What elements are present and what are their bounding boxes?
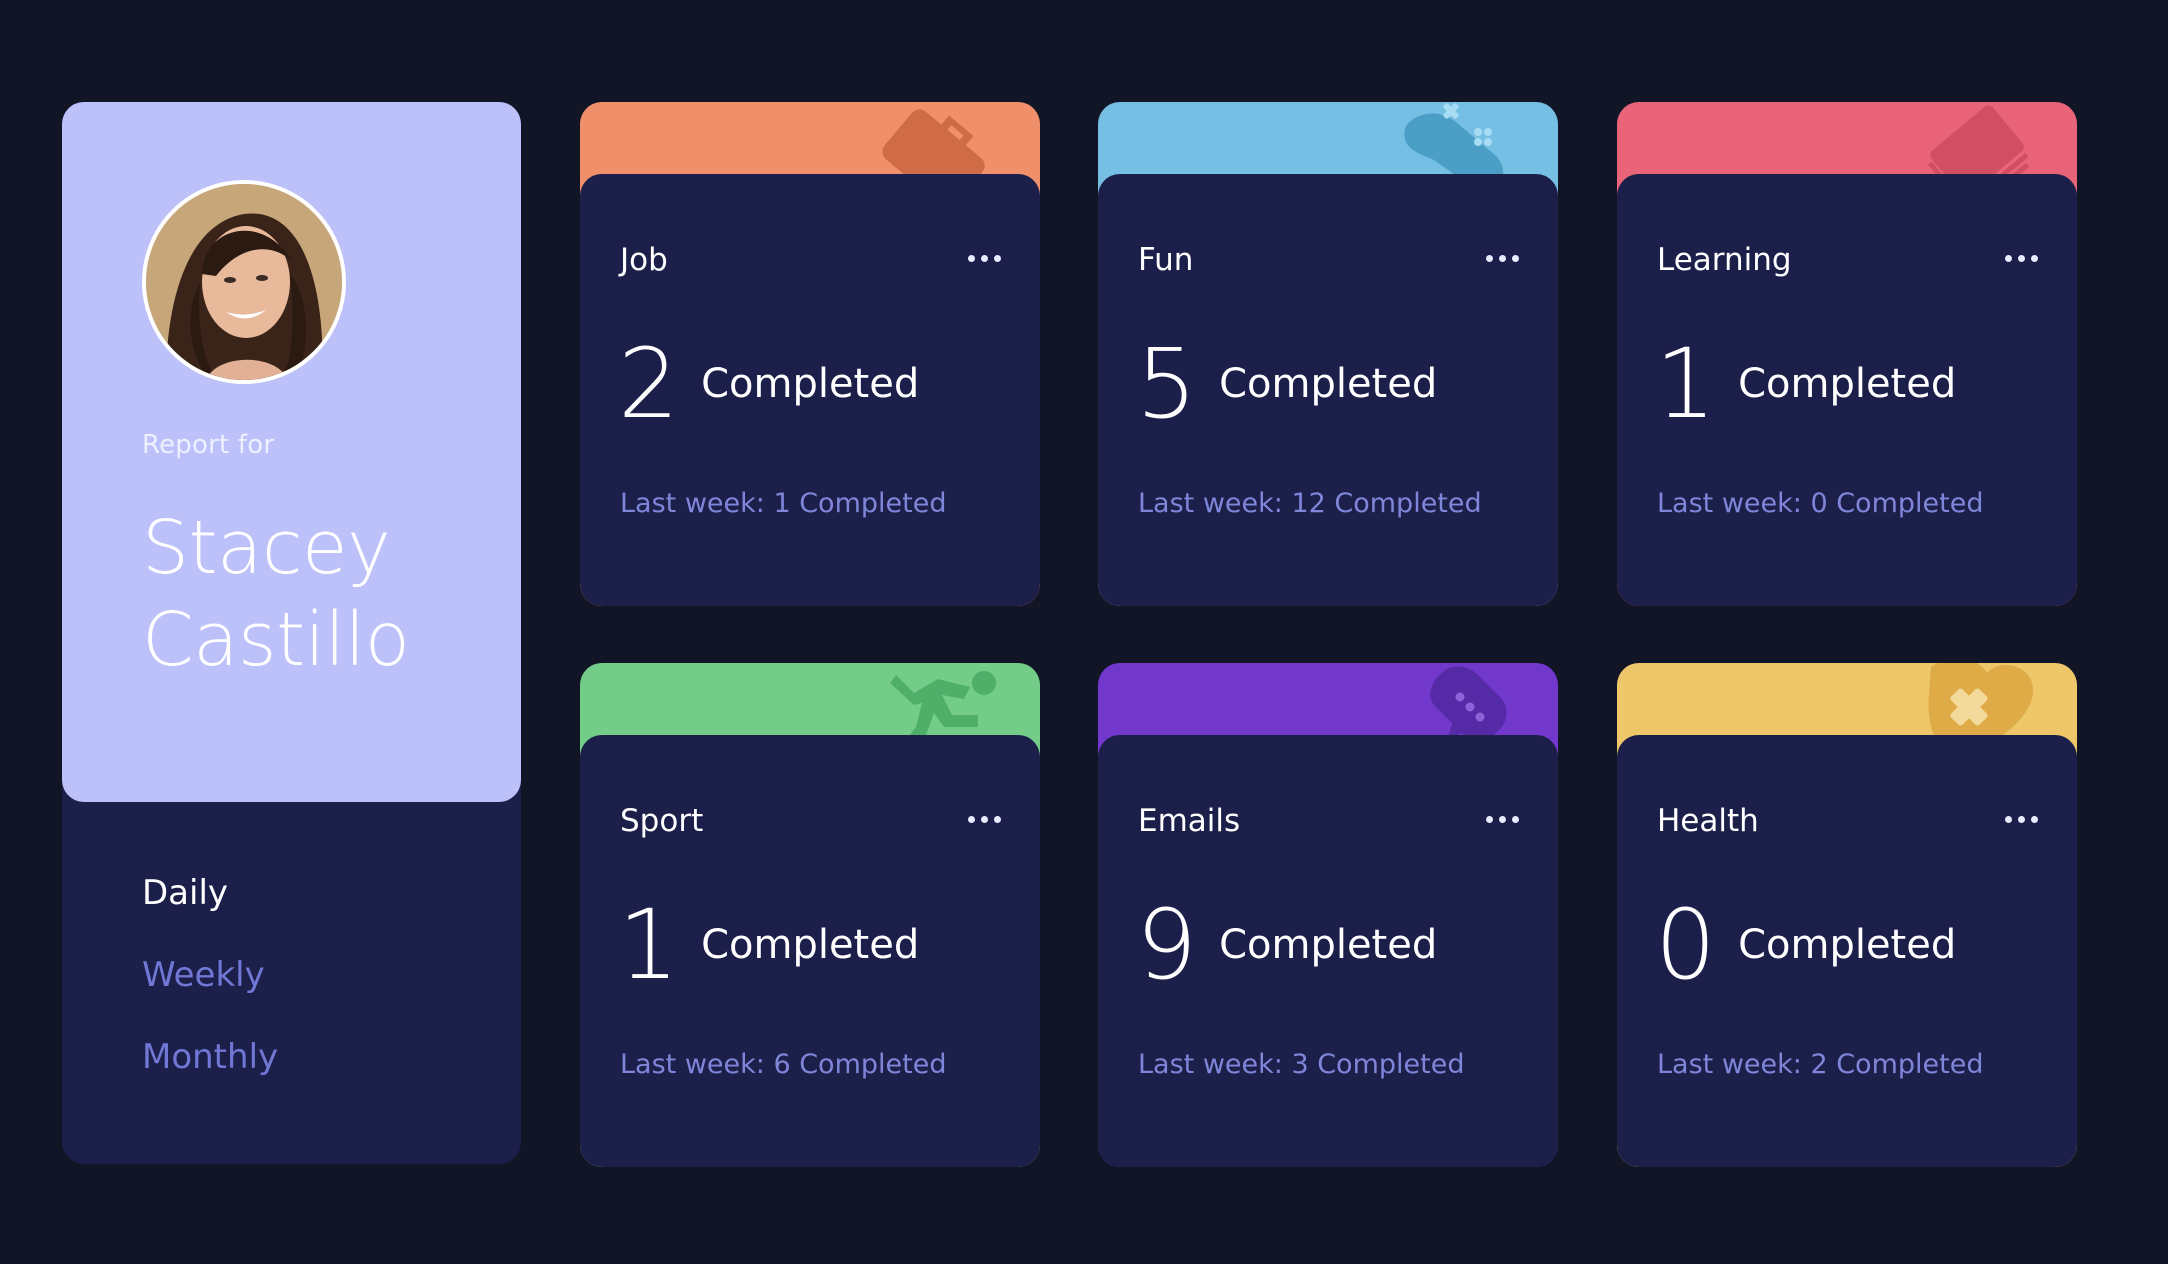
current-count: 1 Completed: [618, 895, 919, 995]
more-options-icon[interactable]: [2005, 813, 2039, 825]
last-week-text: Last week: 12 Completed: [1138, 488, 1482, 519]
activity-card-body: Learning 1 Completed Last week: 0 Comple…: [1617, 174, 2077, 606]
activity-title: Fun: [1138, 242, 1194, 278]
count-number: 2: [618, 328, 680, 440]
activity-card-body: Fun 5 Completed Last week: 12 Completed: [1098, 174, 1558, 606]
count-label: Completed: [1219, 922, 1438, 968]
activity-title: Emails: [1138, 803, 1241, 839]
current-count: 5 Completed: [1136, 334, 1437, 434]
activity-card-body: Emails 9 Completed Last week: 3 Complete…: [1098, 735, 1558, 1167]
period-monthly[interactable]: Monthly: [142, 1036, 278, 1118]
activity-title: Job: [620, 242, 668, 278]
count-label: Completed: [1738, 361, 1957, 407]
activity-title: Health: [1657, 803, 1759, 839]
count-label: Completed: [701, 922, 920, 968]
user-last-name: Castillo: [142, 597, 410, 683]
current-count: 2 Completed: [618, 334, 919, 434]
report-for-label: Report for: [142, 430, 275, 460]
activity-card-health: Health 0 Completed Last week: 2 Complete…: [1617, 663, 2077, 1167]
more-options-icon[interactable]: [968, 252, 1002, 264]
period-daily[interactable]: Daily: [142, 872, 278, 954]
period-weekly[interactable]: Weekly: [142, 954, 278, 1036]
avatar-image: [146, 184, 342, 380]
activity-card-body: Job 2 Completed Last week: 1 Completed: [580, 174, 1040, 606]
more-options-icon[interactable]: [2005, 252, 2039, 264]
activity-card-body: Sport 1 Completed Last week: 6 Completed: [580, 735, 1040, 1167]
last-week-text: Last week: 3 Completed: [1138, 1049, 1465, 1080]
current-count: 9 Completed: [1136, 895, 1437, 995]
last-week-text: Last week: 2 Completed: [1657, 1049, 1984, 1080]
period-selector: Daily Weekly Monthly: [142, 872, 278, 1118]
activity-card-learning: Learning 1 Completed Last week: 0 Comple…: [1617, 102, 2077, 606]
count-number: 9: [1136, 889, 1198, 1001]
current-count: 1 Completed: [1655, 334, 1956, 434]
more-options-icon[interactable]: [968, 813, 1002, 825]
more-options-icon[interactable]: [1486, 252, 1520, 264]
count-number: 1: [1655, 328, 1717, 440]
count-number: 1: [618, 889, 680, 1001]
last-week-text: Last week: 1 Completed: [620, 488, 947, 519]
activity-card-fun: Fun 5 Completed Last week: 12 Completed: [1098, 102, 1558, 606]
activity-card-sport: Sport 1 Completed Last week: 6 Completed: [580, 663, 1040, 1167]
activity-card-emails: Emails 9 Completed Last week: 3 Complete…: [1098, 663, 1558, 1167]
activity-title: Sport: [620, 803, 704, 839]
profile-header: Report for Stacey Castillo: [62, 102, 521, 802]
user-first-name: Stacey: [142, 505, 391, 591]
count-label: Completed: [1219, 361, 1438, 407]
last-week-text: Last week: 6 Completed: [620, 1049, 947, 1080]
current-count: 0 Completed: [1655, 895, 1956, 995]
activity-title: Learning: [1657, 242, 1792, 278]
count-label: Completed: [701, 361, 920, 407]
profile-card: Report for Stacey Castillo Daily Weekly …: [62, 102, 521, 1164]
avatar: [142, 180, 346, 384]
activity-card-job: Job 2 Completed Last week: 1 Completed: [580, 102, 1040, 606]
count-number: 5: [1136, 328, 1198, 440]
last-week-text: Last week: 0 Completed: [1657, 488, 1984, 519]
more-options-icon[interactable]: [1486, 813, 1520, 825]
user-name: Stacey Castillo: [142, 502, 410, 686]
activity-card-body: Health 0 Completed Last week: 2 Complete…: [1617, 735, 2077, 1167]
count-number: 0: [1655, 889, 1717, 1001]
count-label: Completed: [1738, 922, 1957, 968]
